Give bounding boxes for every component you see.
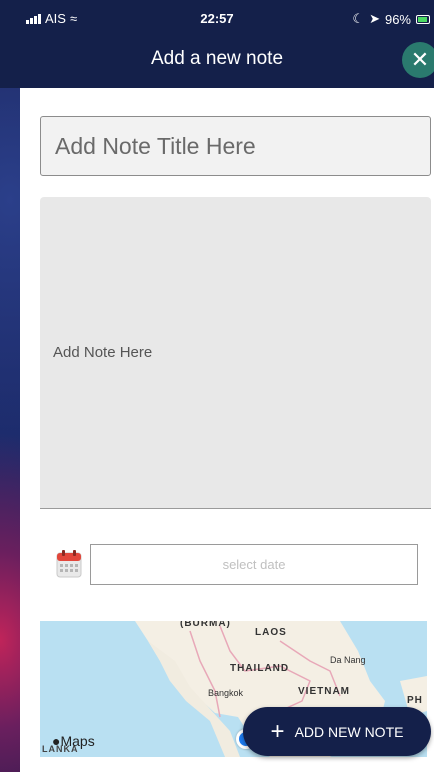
map-label-laos: LAOS	[255, 627, 287, 638]
note-body-placeholder: Add Note Here	[53, 344, 153, 361]
status-right: ☾ ➤ 96%	[352, 11, 430, 27]
map-city-bangkok: Bangkok	[208, 688, 244, 698]
status-bar: AIS ≈ 22:57 ☾ ➤ 96%	[0, 0, 434, 36]
close-button[interactable]: ✕	[402, 42, 434, 78]
date-input[interactable]	[90, 544, 418, 585]
battery-icon	[416, 14, 430, 24]
note-title-input[interactable]	[40, 116, 431, 176]
map-label-vietnam: VIETNAM	[298, 686, 350, 697]
close-icon: ✕	[410, 47, 430, 72]
location-arrow-icon: ➤	[369, 11, 380, 26]
map-label-ph: PH	[407, 695, 423, 706]
maps-attribution: ●Maps	[52, 733, 95, 749]
map-label-burma: (BURMA)	[180, 621, 231, 629]
battery-percent: 96%	[384, 11, 411, 27]
header-bar: AIS ≈ 22:57 ☾ ➤ 96% Add a new note ✕	[0, 0, 434, 88]
add-new-note-button[interactable]: + ADD NEW NOTE	[243, 707, 431, 756]
add-new-note-label: ADD NEW NOTE	[294, 723, 404, 740]
page-title: Add a new note	[150, 48, 284, 69]
note-sheet: Add Note Here (BURMA) LAOS THAILAND VIET…	[20, 0, 434, 772]
map-city-da-nang: Da Nang	[330, 655, 366, 665]
moon-icon: ☾	[352, 11, 365, 26]
plus-icon: +	[270, 717, 285, 745]
map-label-thailand: THAILAND	[230, 663, 290, 674]
calendar-icon[interactable]	[56, 550, 82, 578]
note-body-input[interactable]: Add Note Here	[40, 197, 431, 509]
